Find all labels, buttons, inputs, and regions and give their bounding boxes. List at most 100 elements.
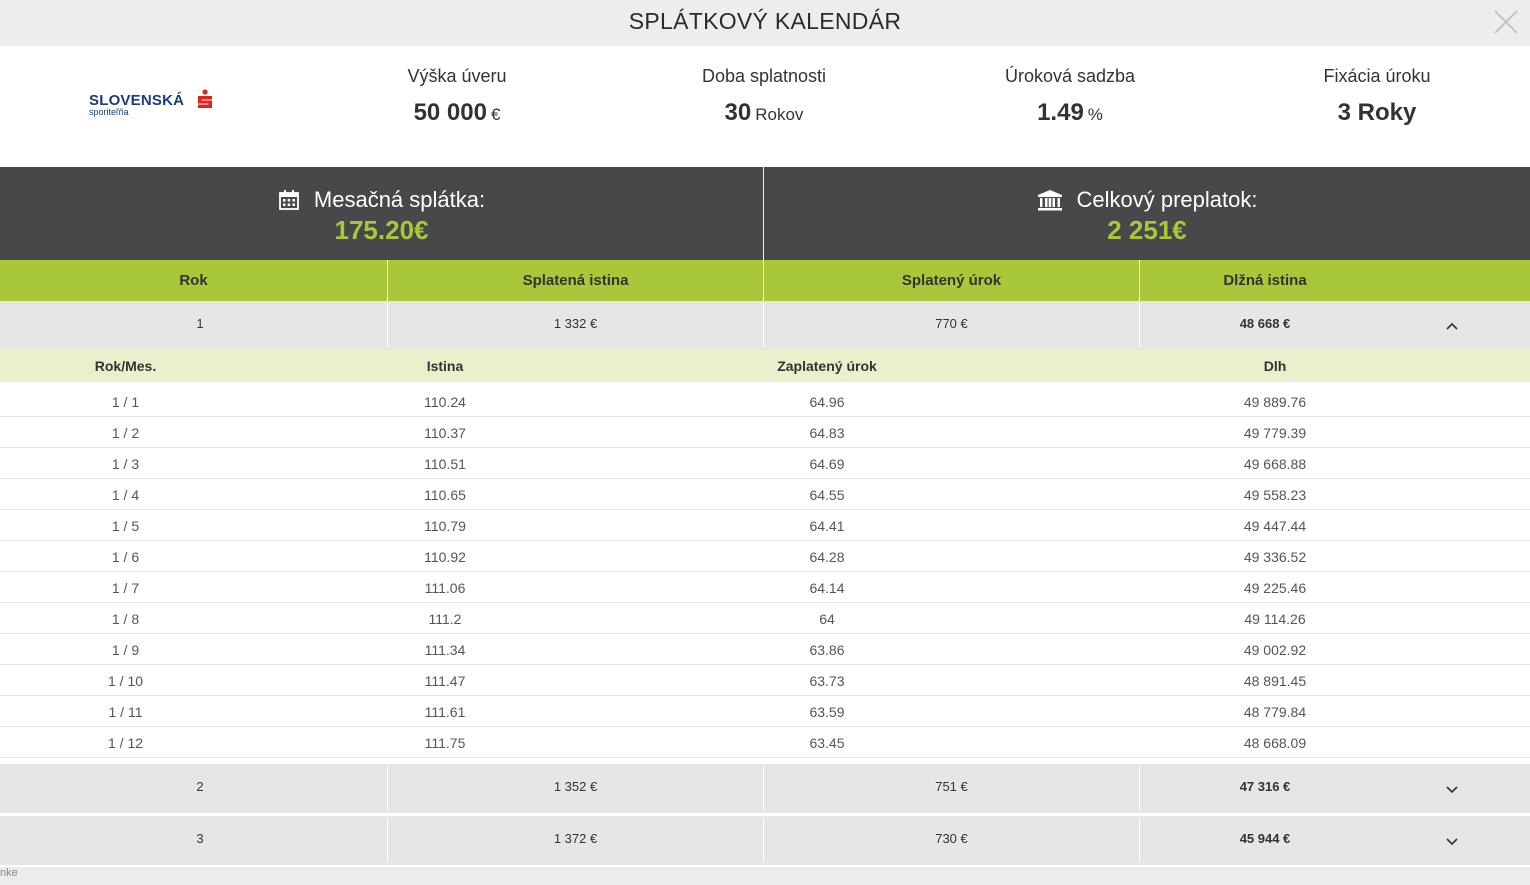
month-row: 1 / 6 110.92 64.28 49 336.52 [0,541,1530,572]
principal-cell: 110.79 [424,518,466,534]
debt-cell: 49 002.92 [1243,642,1307,658]
col-header-year: Rok [179,272,208,289]
principal-cell: 110.24 [424,394,466,410]
sub-header-debt: Dlh [1263,358,1287,374]
month-cell: 1 / 10 [107,673,144,689]
bank-logo: SLOVENSKÁ sporiteľňa [89,89,219,124]
debt-cell: 48 779.84 [1243,704,1307,720]
month-row: 1 / 2 110.37 64.83 49 779.39 [0,417,1530,448]
monthly-payment-label: Mesačná splátka: [313,187,486,212]
stat-label: Úroková sadzba [1004,66,1136,86]
principal-cell: 110.37 [424,425,466,441]
col-header-remaining: Dlžná istina [1223,272,1307,289]
interest-cell: 63.59 [809,704,845,720]
stat-label: Doba splatnosti [701,66,827,86]
interest-cell: 63.86 [809,642,845,658]
chevron-down-icon[interactable] [1444,781,1460,797]
interest-cell: 64.96 [809,394,845,410]
year-cell: 2 [196,779,204,794]
debt-cell: 49 447.44 [1243,518,1307,534]
interest-cell: 64 [819,611,835,627]
principal-cell: 111.34 [424,642,466,658]
interest-cell: 64.41 [809,518,845,534]
month-cell: 1 / 7 [111,580,140,596]
principal-cell: 110.51 [424,456,466,472]
month-cell: 1 / 9 [111,642,140,658]
month-row: 1 / 10 111.47 63.73 48 891.45 [0,665,1530,696]
sub-header-month: Rok/Mes. [94,358,157,374]
year-row-3[interactable]: 3 1 372 € 730 € 45 944 € [0,816,1530,865]
page-bottom-strip: nke [0,867,1530,885]
debt-cell: 48 891.45 [1243,673,1307,689]
monthly-payment-amount: 175.20€ [334,215,429,245]
overpayment-label: Celkový preplatok: [1076,187,1258,212]
debt-cell: 49 558.23 [1243,487,1307,503]
debt-cell: 48 668.09 [1243,735,1307,751]
col-header-interest: Splatený úrok [901,272,1002,289]
stat-value: 50 000 € [413,99,501,126]
close-icon[interactable] [1492,8,1520,36]
schedule-table-header: Rok Splatená istina Splatený úrok Dlžná … [0,260,1530,301]
month-cell: 1 / 4 [111,487,140,503]
month-cell: 1 / 6 [111,549,140,565]
year-cell: 3 [196,831,204,846]
principal-cell: 111.06 [424,580,466,596]
interest-cell: 63.45 [809,735,845,751]
bank-s-logo-icon [198,89,212,108]
overpayment-amount: 2 251€ [1107,215,1187,245]
stat-value: 3 Roky [1337,99,1417,126]
month-row: 1 / 4 110.65 64.55 49 558.23 [0,479,1530,510]
year-row-2[interactable]: 2 1 352 € 751 € 47 316 € [0,764,1530,813]
month-cell: 1 / 2 [111,425,140,441]
interest-cell: 770 € [935,316,968,331]
overpayment-box: Celkový preplatok: 2 251€ [764,187,1530,246]
interest-cell: 64.69 [809,456,845,472]
monthly-payment-box: Mesačná splátka: 175.20€ [0,187,763,246]
stat-fixation: Fixácia úroku 3 Roky [1257,66,1497,127]
month-cell: 1 / 12 [107,735,144,751]
stat-duration: Doba splatnosti 30 Rokov [644,66,884,127]
loan-summary: SLOVENSKÁ sporiteľňa Výška úveru 50 000 €… [0,46,1530,167]
month-row: 1 / 11 111.61 63.59 48 779.84 [0,696,1530,727]
remaining-cell: 45 944 € [1239,831,1291,846]
remaining-cell: 47 316 € [1239,779,1291,794]
interest-cell: 730 € [935,831,968,846]
bank-building-icon [1037,190,1062,211]
monthly-detail-header: Rok/Mes. Istina Zaplatený úrok Dlh [0,350,1530,382]
principal-cell: 1 352 € [553,779,598,794]
stat-value: 1.49% [1037,99,1103,126]
calendar-icon [278,190,299,210]
stat-loan-amount: Výška úveru 50 000 € [337,66,577,127]
principal-cell: 111.61 [424,704,466,720]
month-row: 1 / 12 111.75 63.45 48 668.09 [0,727,1530,758]
modal-title: SPLÁTKOVÝ KALENDÁR [628,8,902,34]
principal-cell: 1 372 € [553,831,598,846]
month-cell: 1 / 3 [111,456,140,472]
principal-cell: 111.2 [428,611,462,627]
month-cell: 1 / 11 [108,704,143,720]
chevron-down-icon[interactable] [1444,833,1460,849]
stat-interest-rate: Úroková sadzba 1.49% [950,66,1190,127]
principal-cell: 110.92 [424,549,466,565]
interest-cell: 64.14 [809,580,845,596]
interest-cell: 63.73 [809,673,845,689]
chevron-up-icon[interactable] [1444,318,1460,334]
remaining-cell: 48 668 € [1239,316,1291,331]
month-cell: 1 / 8 [111,611,140,627]
debt-cell: 49 336.52 [1243,549,1307,565]
year-cell: 1 [196,316,204,331]
debt-cell: 49 225.46 [1243,580,1307,596]
principal-cell: 111.75 [424,735,466,751]
year-row-1[interactable]: 1 1 332 € 770 € 48 668 € [0,301,1530,350]
month-row: 1 / 7 111.06 64.14 49 225.46 [0,572,1530,603]
col-header-principal: Splatená istina [522,272,629,289]
debt-cell: 49 889.76 [1243,394,1307,410]
interest-cell: 64.83 [809,425,845,441]
debt-cell: 49 114.26 [1244,611,1306,627]
interest-cell: 751 € [935,779,968,794]
month-cell: 1 / 1 [111,394,140,410]
month-row: 1 / 5 110.79 64.41 49 447.44 [0,510,1530,541]
principal-cell: 111.47 [424,673,466,689]
modal-titlebar: SPLÁTKOVÝ KALENDÁR [0,0,1530,46]
sub-header-principal: Istina [426,358,464,374]
